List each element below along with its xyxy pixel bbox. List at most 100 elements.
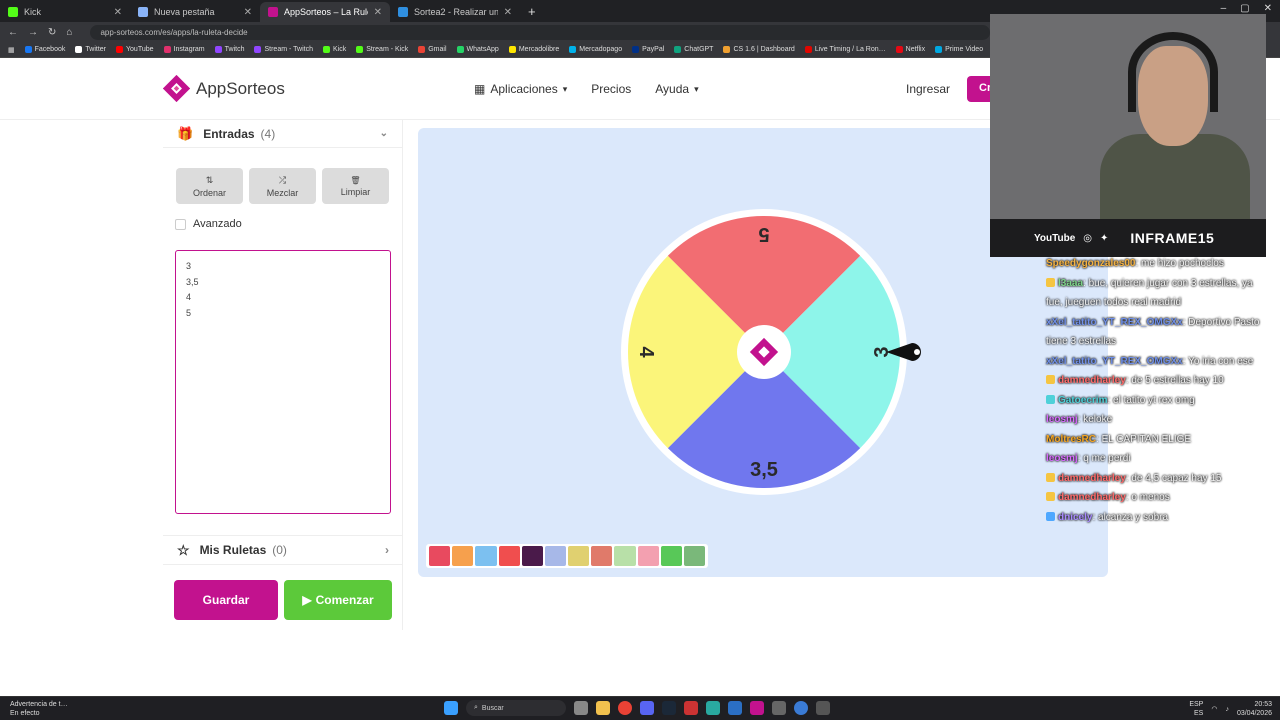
- task-view-icon[interactable]: [574, 701, 588, 715]
- windows-start-icon[interactable]: [444, 701, 458, 715]
- close-tab-icon[interactable]: ✕: [114, 7, 122, 18]
- close-window-icon[interactable]: ✕: [1264, 3, 1272, 14]
- wifi-icon[interactable]: ◠: [1211, 705, 1217, 713]
- new-tab-button[interactable]: +: [520, 4, 544, 22]
- save-button[interactable]: Guardar: [174, 580, 278, 620]
- palette-swatch[interactable]: [614, 546, 636, 566]
- entries-header[interactable]: 🎁 Entradas (4) ⌄: [163, 120, 402, 148]
- tab-title: Kick: [24, 7, 42, 17]
- volume-icon[interactable]: ♪: [1225, 706, 1229, 713]
- nav-ayuda[interactable]: Ayuda ▾: [655, 82, 698, 96]
- login-link[interactable]: Ingresar: [906, 82, 950, 96]
- discord-icon[interactable]: [640, 701, 654, 715]
- advanced-toggle[interactable]: Avanzado: [175, 218, 242, 230]
- nav-aplicaciones[interactable]: ▦ Aplicaciones ▾: [474, 82, 567, 96]
- chat-username[interactable]: l3aaa: [1058, 278, 1083, 289]
- palette-swatch[interactable]: [475, 546, 497, 566]
- bookmark[interactable]: PayPal: [632, 46, 664, 53]
- bookmark[interactable]: YouTube: [116, 46, 154, 53]
- bookmark[interactable]: Mercadolibre: [508, 46, 559, 53]
- palette-swatch[interactable]: [521, 546, 543, 566]
- bookmark[interactable]: Prime Video: [935, 46, 983, 53]
- palette-swatch[interactable]: [452, 546, 474, 566]
- bookmark[interactable]: Facebook: [24, 46, 65, 53]
- palette-swatch[interactable]: [544, 546, 567, 566]
- palette-swatch[interactable]: [683, 546, 706, 566]
- bookmark[interactable]: Twitter: [75, 46, 106, 53]
- bookmark[interactable]: Stream - Kick: [356, 46, 408, 53]
- bookmark[interactable]: Gmail: [418, 46, 447, 53]
- bookmark[interactable]: CS 1.6 | Dashboard: [723, 46, 795, 53]
- chat-username[interactable]: Speedygonzales00: [1046, 258, 1135, 269]
- nav-precios[interactable]: Precios: [591, 82, 631, 96]
- app-icon[interactable]: [816, 701, 830, 715]
- bookmark-favicon-icon: [163, 46, 171, 53]
- bookmark[interactable]: Mercadopago: [569, 46, 622, 53]
- language-indicator[interactable]: ESP ES: [1189, 700, 1203, 718]
- palette-swatch[interactable]: [637, 546, 659, 566]
- chat-username[interactable]: xXel_tatito_YT_REX_OMGXx: [1046, 356, 1183, 367]
- apps-grid-icon[interactable]: ▦: [8, 46, 15, 54]
- browser-tab[interactable]: AppSorteos – La Ruleta de la S… ✕: [260, 2, 390, 22]
- bookmark[interactable]: Stream - Twitch: [254, 46, 313, 53]
- bookmark[interactable]: Live Timing / La Ron…: [804, 46, 886, 53]
- chat-username[interactable]: Gatoecrim: [1058, 395, 1107, 406]
- bookmark[interactable]: Twitch: [214, 46, 244, 53]
- chat-username[interactable]: leosmj: [1046, 414, 1078, 425]
- url-field[interactable]: app-sorteos.com/es/apps/la-ruleta-decide: [90, 24, 991, 40]
- sort-button[interactable]: ⇅ Ordenar: [176, 168, 243, 204]
- chrome-icon[interactable]: [618, 701, 632, 715]
- home-icon[interactable]: ⌂: [66, 27, 72, 38]
- close-tab-icon[interactable]: ✕: [244, 7, 252, 18]
- chat-username[interactable]: dnicely: [1058, 512, 1092, 523]
- chat-badge-icon: [1046, 394, 1055, 404]
- palette-swatch[interactable]: [660, 546, 682, 566]
- start-button[interactable]: ▶ Comenzar: [284, 580, 392, 620]
- clock[interactable]: 20:53 03/04/2026: [1237, 700, 1272, 718]
- close-tab-icon[interactable]: ✕: [374, 7, 382, 18]
- steam-icon[interactable]: [662, 701, 676, 715]
- entries-textarea[interactable]: 3 3,5 4 5: [175, 250, 391, 514]
- app-icon[interactable]: [728, 701, 742, 715]
- my-wheels-header[interactable]: ☆ Mis Ruletas (0) ›: [163, 535, 403, 565]
- palette-swatch[interactable]: [568, 546, 590, 566]
- bookmark[interactable]: Netflix: [895, 46, 925, 53]
- chat-username[interactable]: damnedharley: [1058, 375, 1126, 386]
- palette-swatch[interactable]: [498, 546, 520, 566]
- tab-title: Sortea2 - Realizar un sorteo: [414, 7, 498, 17]
- browser-tab[interactable]: Kick ✕: [0, 2, 130, 22]
- bookmark-label: Twitter: [85, 46, 106, 53]
- bookmark[interactable]: Instagram: [163, 46, 205, 53]
- browser-tab[interactable]: Sortea2 - Realizar un sorteo ✕: [390, 2, 520, 22]
- browser-tab[interactable]: Nueva pestaña ✕: [130, 2, 260, 22]
- app-icon[interactable]: [772, 701, 786, 715]
- app-icon[interactable]: [706, 701, 720, 715]
- chat-username[interactable]: damnedharley: [1058, 492, 1126, 503]
- forward-icon[interactable]: →: [28, 27, 38, 38]
- app-icon[interactable]: [794, 701, 808, 715]
- bookmark[interactable]: WhatsApp: [456, 46, 499, 53]
- chat-username[interactable]: damnedharley: [1058, 473, 1126, 484]
- close-tab-icon[interactable]: ✕: [504, 7, 512, 18]
- roulette-wheel[interactable]: 533,54: [620, 208, 921, 496]
- minimize-icon[interactable]: –: [1221, 3, 1227, 14]
- shuffle-button[interactable]: ⤮ Mezclar: [249, 168, 316, 204]
- bookmark[interactable]: ChatGPT: [674, 46, 713, 53]
- notification[interactable]: Advertencia de t… En efecto: [10, 700, 68, 718]
- maximize-icon[interactable]: ▢: [1240, 3, 1249, 14]
- file-explorer-icon[interactable]: [596, 701, 610, 715]
- taskbar-search[interactable]: ⌕ Buscar: [466, 700, 566, 716]
- reload-icon[interactable]: ↻: [48, 27, 56, 38]
- palette-swatch[interactable]: [429, 546, 451, 566]
- site-logo[interactable]: AppSorteos: [163, 75, 285, 102]
- back-icon[interactable]: ←: [8, 27, 18, 38]
- app-icon[interactable]: [750, 701, 764, 715]
- chat-username[interactable]: MoltresRC: [1046, 434, 1096, 445]
- chat-username[interactable]: leosmj: [1046, 453, 1078, 464]
- bookmark[interactable]: Kick: [322, 46, 346, 53]
- advanced-checkbox[interactable]: [175, 218, 186, 230]
- clear-button[interactable]: 🗑 Limpiar: [322, 168, 389, 204]
- app-icon[interactable]: [684, 701, 698, 715]
- chat-username[interactable]: xXel_tatito_YT_REX_OMGXx: [1046, 317, 1183, 328]
- palette-swatch[interactable]: [591, 546, 613, 566]
